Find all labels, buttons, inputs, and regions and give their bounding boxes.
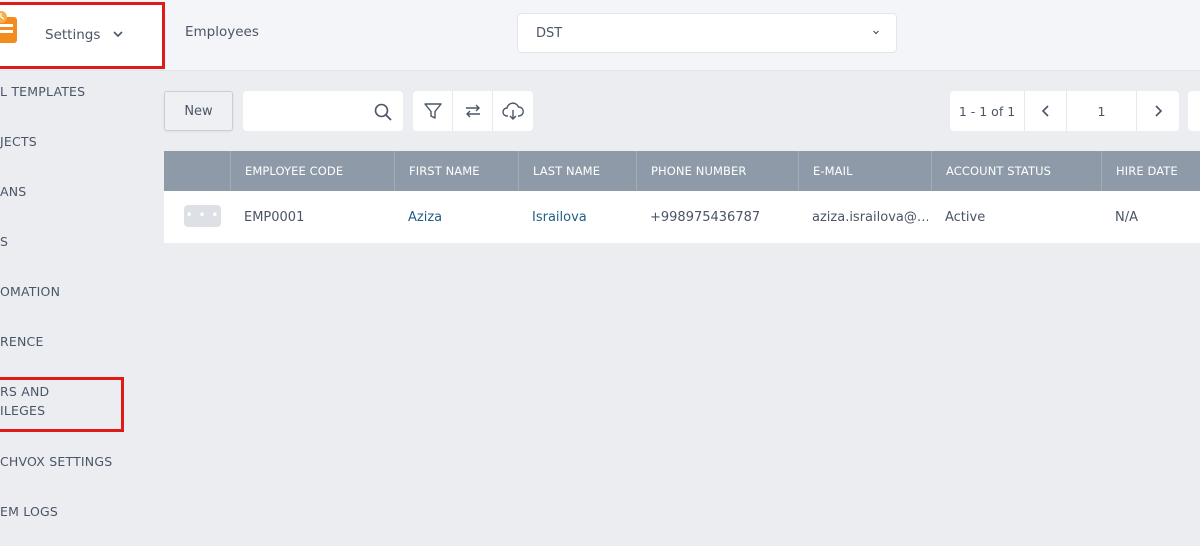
sidebar-item-reference[interactable]: RENCE [0,332,44,351]
sidebar-item-label: L TEMPLATES [0,84,86,99]
pagination-info: 1 - 1 of 1 [950,91,1025,131]
chevron-down-icon [113,31,123,38]
page-size-select[interactable] [1188,91,1200,131]
employees-table: EMPLOYEE CODE FIRST NAME LAST NAME PHONE… [164,151,1200,244]
table-row[interactable]: • • • EMP0001 Aziza Israilova +998975436… [164,191,1200,244]
page-number-input[interactable]: 1 [1067,91,1137,131]
cell-employee-code: EMP0001 [244,210,305,225]
sidebar-item-touchvox-settings[interactable]: CHVOX SETTINGS [0,452,112,471]
swap-icon [465,104,480,118]
column-header-employee-code[interactable]: EMPLOYEE CODE [230,151,343,191]
toolbar-icon-group [413,91,533,131]
next-page-button[interactable] [1137,91,1179,131]
sidebar-item-plans[interactable]: ANS [0,182,26,201]
filter-button[interactable] [413,91,453,131]
chevron-left-icon [1041,105,1049,117]
column-header-account-status[interactable]: ACCOUNT STATUS [931,151,1051,191]
cloud-download-icon [502,102,524,120]
sidebar-item-label: ANS [0,184,27,199]
app-switcher-label: Settings [45,27,101,43]
search-icon[interactable] [373,102,393,122]
new-button[interactable]: New [164,91,233,131]
prev-page-button[interactable] [1025,91,1067,131]
app-logo-icon [0,11,17,43]
sidebar-item-label: RENCE [0,334,44,349]
swap-button[interactable] [453,91,493,131]
column-header-email[interactable]: E-MAIL [798,151,853,191]
pagination: 1 - 1 of 1 1 [950,91,1179,131]
top-bar: Settings Employees DST [0,0,1200,71]
column-header-first-name[interactable]: FIRST NAME [394,151,480,191]
cell-email: aziza.israilova@… [812,210,928,225]
sidebar-item-system-logs[interactable]: EM LOGS [0,502,58,521]
filter-icon [423,103,442,119]
column-header-hire-date[interactable]: HIRE DATE [1101,151,1178,191]
sidebar-item-automation[interactable]: OMATION [0,282,60,301]
row-actions-button[interactable]: • • • [184,205,221,227]
sidebar-item-label: EM LOGS [0,504,59,519]
download-button[interactable] [493,91,533,131]
cell-account-status: Active [945,210,986,225]
sidebar-item-projects[interactable]: JECTS [0,132,37,151]
highlight-box [0,377,124,432]
sidebar-item-label: JECTS [0,134,37,149]
sidebar: L TEMPLATES JECTS ANS S OMATION RENCE RS… [0,72,160,546]
sidebar-item-label: S [0,234,9,249]
column-header-last-name[interactable]: LAST NAME [518,151,600,191]
cell-phone-number: +998975436787 [650,210,761,225]
sidebar-item-s[interactable]: S [0,232,8,251]
table-header: EMPLOYEE CODE FIRST NAME LAST NAME PHONE… [164,151,1200,191]
cell-first-name-link[interactable]: Aziza [394,191,514,244]
page-title: Employees [185,24,259,40]
table-body: • • • EMP0001 Aziza Israilova +998975436… [164,191,1200,244]
sidebar-item-label: OMATION [0,284,61,299]
company-select[interactable]: DST [517,13,897,53]
chevron-down-icon [873,30,879,35]
search-input[interactable] [253,101,368,121]
company-select-value: DST [536,26,563,41]
column-header-phone-number[interactable]: PHONE NUMBER [636,151,746,191]
sidebar-item-label: CHVOX SETTINGS [0,454,113,469]
app-switcher[interactable]: Settings [0,2,165,69]
chevron-right-icon [1155,105,1163,117]
search-box [243,91,403,131]
sidebar-item-templates[interactable]: L TEMPLATES [0,82,85,101]
cell-hire-date: N/A [1115,210,1138,225]
cell-last-name-link[interactable]: Israilova [518,191,633,244]
